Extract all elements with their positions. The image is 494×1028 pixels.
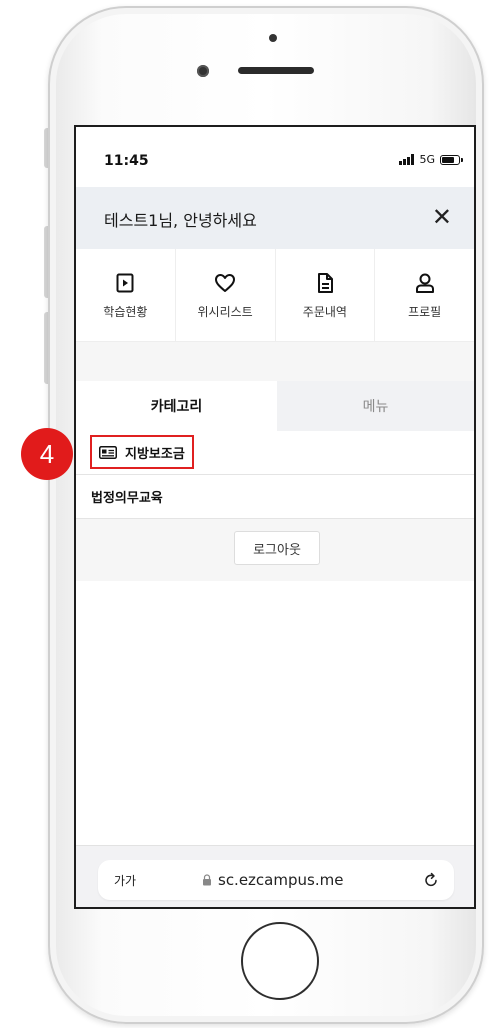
quick-menu: 학습현황 위시리스트 주문내역 프로필 (76, 249, 474, 341)
phone-screen: 11:45 5G 테스트1님, 안녕하세요 ✕ 학습현황 위시리스트 주문내역 … (74, 125, 476, 909)
logout-area: 로그아웃 (76, 519, 474, 581)
quick-menu-label: 프로필 (408, 304, 442, 319)
tab-menu[interactable]: 메뉴 (277, 381, 474, 431)
quick-menu-learning-status[interactable]: 학습현황 (76, 249, 176, 341)
quick-menu-label: 위시리스트 (197, 304, 253, 319)
quick-menu-profile[interactable]: 프로필 (375, 249, 474, 341)
section-divider (76, 341, 474, 382)
quick-menu-orders[interactable]: 주문내역 (276, 249, 376, 341)
category-label: 지방보조금 (125, 446, 185, 462)
greeting-text: 테스트1님, 안녕하세요 (104, 211, 257, 230)
tab-category[interactable]: 카테고리 (76, 381, 277, 431)
close-icon[interactable]: ✕ (432, 205, 452, 229)
menu-tabs: 카테고리 메뉴 (76, 381, 474, 431)
lock-icon (203, 874, 211, 886)
front-camera (197, 65, 209, 77)
id-card-icon (99, 445, 117, 459)
greeting-header: 테스트1님, 안녕하세요 ✕ (76, 187, 474, 249)
signal-icon (399, 154, 415, 165)
front-sensor (269, 34, 277, 42)
earpiece-speaker (238, 67, 314, 74)
category-item-mandatory-education[interactable]: 법정의무교육 (76, 475, 474, 519)
status-bar: 11:45 5G (76, 127, 474, 187)
user-icon (415, 273, 434, 293)
home-button[interactable] (241, 922, 319, 1000)
status-indicators: 5G (399, 153, 463, 166)
category-item-local-subsidy[interactable]: 지방보조금 (76, 431, 474, 475)
browser-toolbar: 가가 sc.ezcampus.me (76, 845, 474, 907)
category-label: 법정의무교육 (91, 491, 163, 506)
quick-menu-wishlist[interactable]: 위시리스트 (176, 249, 276, 341)
text-size-button[interactable]: 가가 (114, 872, 136, 889)
quick-menu-label: 학습현황 (103, 304, 148, 319)
heart-icon (215, 273, 236, 292)
url-text: sc.ezcampus.me (218, 871, 344, 889)
battery-level (442, 156, 454, 163)
quick-menu-label: 주문내역 (302, 304, 347, 319)
status-time: 11:45 (104, 153, 149, 169)
step-number-badge: 4 (21, 428, 73, 480)
battery-icon (440, 154, 463, 165)
reload-icon[interactable] (422, 871, 440, 889)
url-display[interactable]: sc.ezcampus.me (202, 871, 343, 889)
logout-button[interactable]: 로그아웃 (234, 531, 320, 565)
highlight-box: 지방보조금 (90, 435, 194, 469)
address-bar[interactable]: 가가 sc.ezcampus.me (98, 860, 454, 900)
document-icon (317, 272, 333, 293)
play-square-icon (116, 273, 134, 292)
network-type: 5G (419, 153, 435, 166)
